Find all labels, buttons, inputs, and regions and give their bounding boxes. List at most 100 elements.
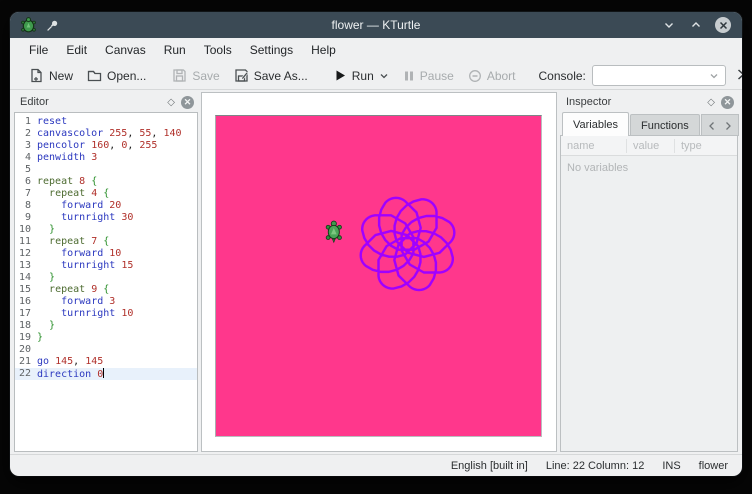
console-group: Console: xyxy=(539,65,726,86)
toolbar-overflow-button[interactable] xyxy=(726,68,742,84)
line-number: 5 xyxy=(15,164,34,176)
code-line[interactable]: 5 xyxy=(15,164,197,176)
canvas-view[interactable] xyxy=(201,92,557,452)
line-number: 15 xyxy=(15,284,34,296)
code-line[interactable]: 7 repeat 4 { xyxy=(15,188,197,200)
code-line[interactable]: 4penwidth 3 xyxy=(15,152,197,164)
column-type[interactable]: type xyxy=(675,139,737,153)
code-line[interactable]: 15 repeat 9 { xyxy=(15,284,197,296)
tab-variables[interactable]: Variables xyxy=(562,112,629,136)
table-header-row: name value type xyxy=(561,136,737,156)
line-number: 21 xyxy=(15,356,34,368)
menu-settings[interactable]: Settings xyxy=(241,38,302,62)
save-as-icon xyxy=(234,68,249,83)
code-line[interactable]: 12 forward 10 xyxy=(15,248,197,260)
code-line[interactable]: 16 forward 3 xyxy=(15,296,197,308)
status-cursor-position: Line: 22 Column: 12 xyxy=(546,460,644,472)
code-line[interactable]: 22direction 0 xyxy=(15,368,197,380)
menu-tools[interactable]: Tools xyxy=(195,38,241,62)
chevron-right-icon xyxy=(734,68,742,81)
save-as-button[interactable]: Save As... xyxy=(227,64,315,88)
code-line[interactable]: 20 xyxy=(15,344,197,356)
run-button[interactable]: Run xyxy=(327,64,396,88)
code-line[interactable]: 19} xyxy=(15,332,197,344)
menu-help[interactable]: Help xyxy=(302,38,345,62)
code-text: forward 3 xyxy=(34,296,115,308)
code-line[interactable]: 11 repeat 7 { xyxy=(15,236,197,248)
tab-scroll-left-icon[interactable] xyxy=(708,121,716,131)
close-icon[interactable] xyxy=(715,17,731,33)
open-button[interactable]: Open... xyxy=(80,64,153,88)
editor-close-icon[interactable]: ✕ xyxy=(181,96,194,109)
code-text: go 145, 145 xyxy=(34,356,103,368)
menu-run[interactable]: Run xyxy=(155,38,195,62)
code-line[interactable]: 9 turnright 30 xyxy=(15,212,197,224)
code-text: } xyxy=(34,320,55,332)
new-file-icon xyxy=(29,68,44,83)
code-text: pencolor 160, 0, 255 xyxy=(34,140,157,152)
code-line[interactable]: 21go 145, 145 xyxy=(15,356,197,368)
line-number: 22 xyxy=(15,368,34,380)
console-dropdown-chevron-icon[interactable] xyxy=(706,68,722,84)
editor-dock: Editor ◇ ✕ 1reset2canvascolor 255, 55, 1… xyxy=(14,92,198,452)
code-line[interactable]: 1reset xyxy=(15,116,197,128)
code-text: canvascolor 255, 55, 140 xyxy=(34,128,182,140)
code-line[interactable]: 6repeat 8 { xyxy=(15,176,197,188)
code-text: direction 0 xyxy=(34,368,104,380)
code-line[interactable]: 10 } xyxy=(15,224,197,236)
console-combobox[interactable] xyxy=(592,65,726,86)
status-script-name: flower xyxy=(699,460,728,472)
editor-dock-title: Editor xyxy=(20,96,167,108)
inspector-float-icon[interactable]: ◇ xyxy=(707,97,715,108)
canvas-dock xyxy=(201,92,557,452)
pause-icon xyxy=(403,70,415,82)
save-button[interactable]: Save xyxy=(165,64,226,88)
column-name[interactable]: name xyxy=(561,139,627,153)
inspector-tabbar: Variables Functions xyxy=(560,112,738,136)
abort-button[interactable]: Abort xyxy=(461,64,523,88)
column-value[interactable]: value xyxy=(627,139,675,153)
run-dropdown-chevron-icon xyxy=(379,71,389,81)
kturtle-app-icon xyxy=(20,17,37,34)
code-editor[interactable]: 1reset2canvascolor 255, 55, 1403pencolor… xyxy=(14,112,198,452)
maximize-icon[interactable] xyxy=(688,17,704,33)
code-line[interactable]: 14 } xyxy=(15,272,197,284)
menu-edit[interactable]: Edit xyxy=(57,38,96,62)
menu-file[interactable]: File xyxy=(20,38,57,62)
line-number: 14 xyxy=(15,272,34,284)
tab-scroll-right-icon[interactable] xyxy=(724,121,732,131)
turtle-canvas xyxy=(215,115,542,437)
new-button[interactable]: New xyxy=(22,64,80,88)
line-number: 18 xyxy=(15,320,34,332)
line-number: 6 xyxy=(15,176,34,188)
line-number: 11 xyxy=(15,236,34,248)
code-line[interactable]: 8 forward 20 xyxy=(15,200,197,212)
line-number: 9 xyxy=(15,212,34,224)
code-text: } xyxy=(34,272,55,284)
code-line[interactable]: 3pencolor 160, 0, 255 xyxy=(15,140,197,152)
inspector-close-icon[interactable]: ✕ xyxy=(721,96,734,109)
minimize-icon[interactable] xyxy=(661,17,677,33)
line-number: 17 xyxy=(15,308,34,320)
titlebar[interactable]: flower — KTurtle xyxy=(10,12,742,38)
pause-button[interactable]: Pause xyxy=(396,64,461,88)
abort-icon xyxy=(468,69,482,83)
main-area: Editor ◇ ✕ 1reset2canvascolor 255, 55, 1… xyxy=(10,90,742,454)
tab-scroll-area xyxy=(701,114,739,136)
status-insert-mode: INS xyxy=(662,460,680,472)
text-cursor xyxy=(103,368,104,378)
code-line[interactable]: 17 turnright 10 xyxy=(15,308,197,320)
menu-canvas[interactable]: Canvas xyxy=(96,38,155,62)
window-title: flower — KTurtle xyxy=(10,18,742,32)
code-line[interactable]: 13 turnright 15 xyxy=(15,260,197,272)
tab-functions[interactable]: Functions xyxy=(630,114,700,136)
editor-float-icon[interactable]: ◇ xyxy=(167,97,175,108)
line-number: 13 xyxy=(15,260,34,272)
code-line[interactable]: 2canvascolor 255, 55, 140 xyxy=(15,128,197,140)
code-line[interactable]: 18 } xyxy=(15,320,197,332)
save-icon xyxy=(172,68,187,83)
code-text: penwidth 3 xyxy=(34,152,97,164)
console-input[interactable] xyxy=(593,70,706,82)
pin-icon[interactable] xyxy=(46,19,59,32)
line-number: 7 xyxy=(15,188,34,200)
